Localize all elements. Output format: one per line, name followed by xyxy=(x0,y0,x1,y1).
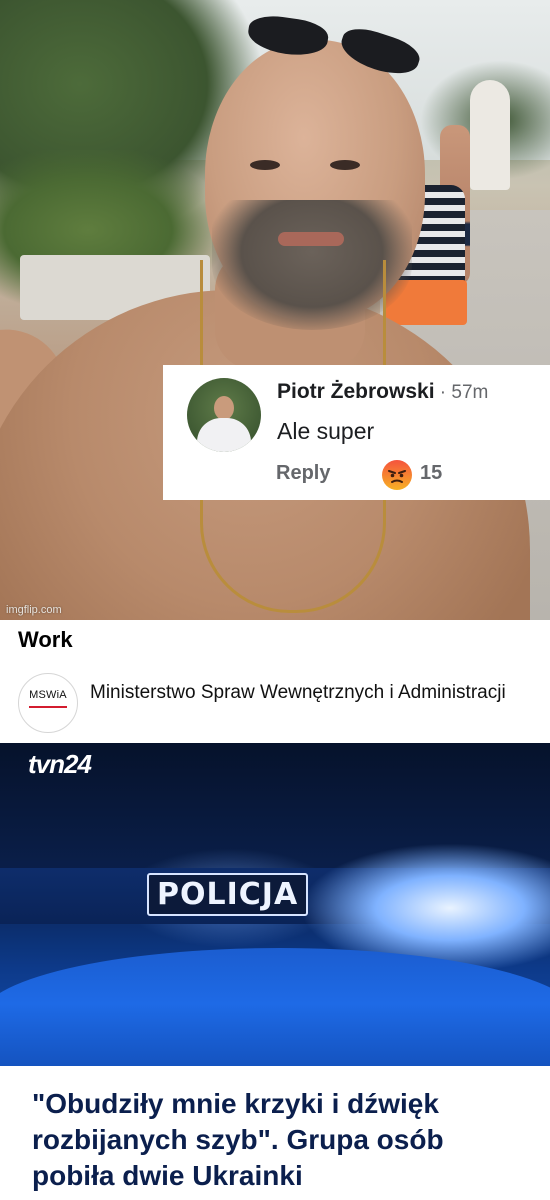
reaction-count: 15 xyxy=(420,462,443,484)
angry-emoji-icon[interactable] xyxy=(381,459,413,491)
police-car-roof xyxy=(0,948,550,1066)
sunglasses-lens-left xyxy=(245,12,331,60)
tvn24-logo: tvn24 xyxy=(28,749,92,779)
work-label: Work xyxy=(18,627,73,652)
ministry-logo-text: MSWiA xyxy=(29,689,67,701)
comment-text: Ale super xyxy=(277,418,375,444)
umbrella xyxy=(470,80,510,190)
comment-author[interactable]: Piotr Żebrowski xyxy=(277,380,435,403)
sunglasses xyxy=(245,10,428,82)
ministry-logo-bar xyxy=(29,706,67,708)
meme-photo: imgflip.com Piotr Żebrowski · 57m Ale su… xyxy=(0,0,550,620)
comment-author-line: Piotr Żebrowski · 57m xyxy=(277,380,488,404)
mouth xyxy=(278,232,344,246)
avatar[interactable] xyxy=(187,378,261,452)
sunglasses-lens-right xyxy=(336,22,424,82)
left-eye xyxy=(250,160,280,170)
watermark: imgflip.com xyxy=(6,604,62,616)
ministry-name[interactable]: Ministerstwo Spraw Wewnętrznych i Admini… xyxy=(90,680,520,705)
reply-button[interactable]: Reply xyxy=(276,462,330,485)
comment-card: Piotr Żebrowski · 57m Ale super Reply 15 xyxy=(163,365,550,500)
news-headline[interactable]: "Obudziły mnie krzyki i dźwięk rozbijany… xyxy=(32,1086,532,1194)
avatar-face xyxy=(214,396,234,420)
right-eye xyxy=(330,160,360,170)
comment-time: · 57m xyxy=(434,382,489,403)
ministry-logo[interactable]: MSWiA xyxy=(18,673,78,733)
avatar-body xyxy=(197,418,251,452)
police-sign: POLICJA xyxy=(147,873,309,916)
news-photo[interactable]: POLICJA tvn24 xyxy=(0,743,550,1066)
